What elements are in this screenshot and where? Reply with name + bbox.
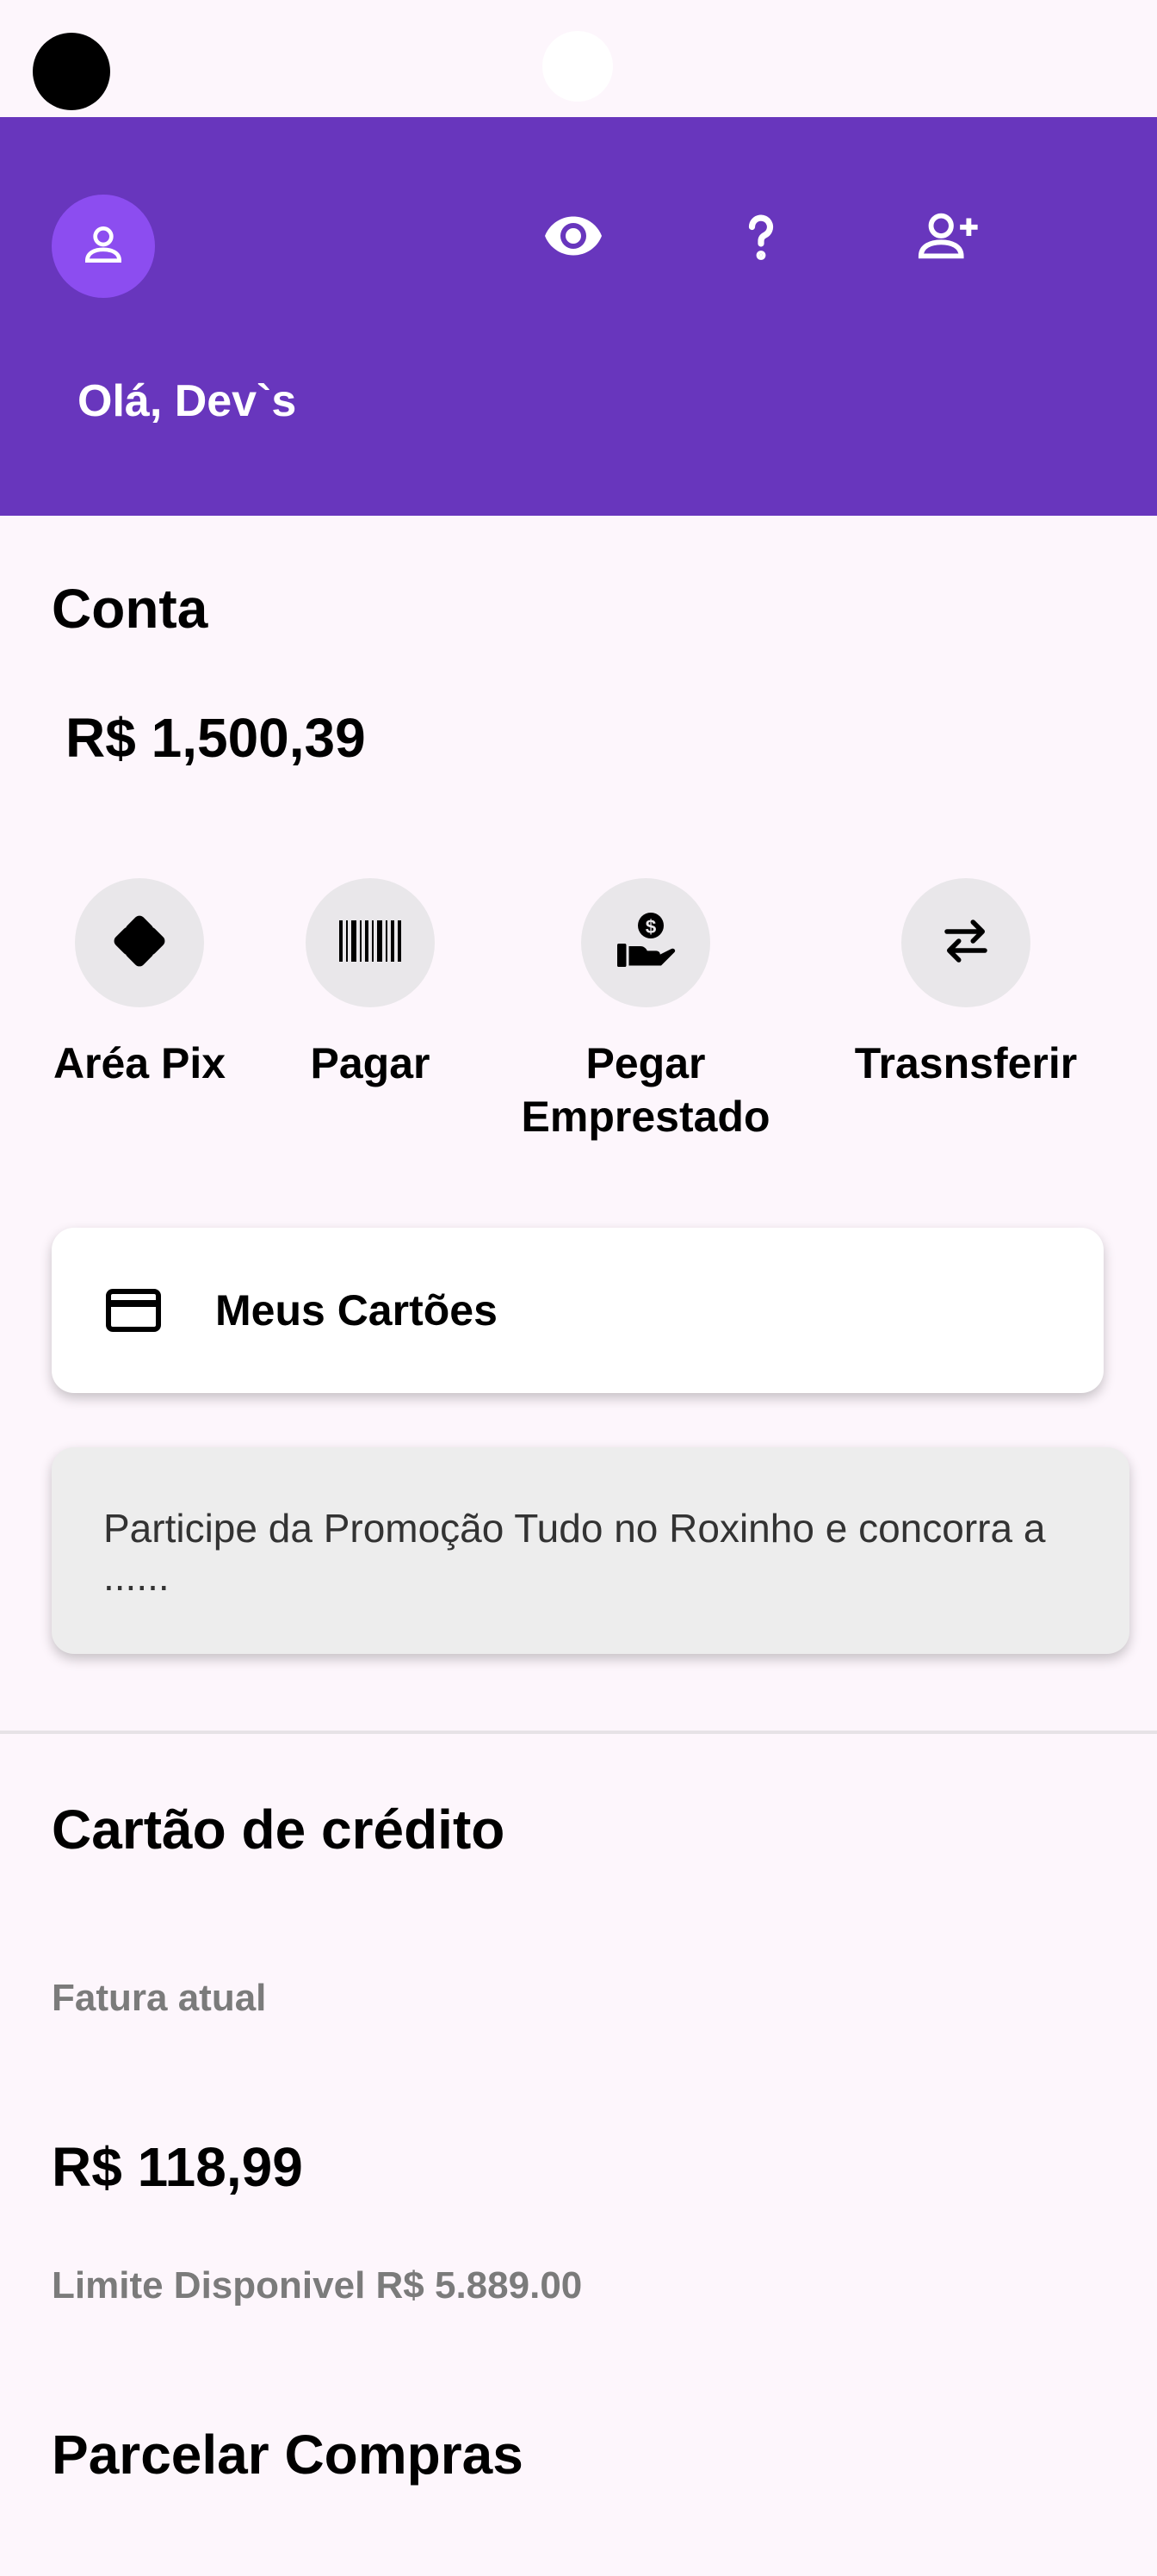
sensor-dot [542, 31, 613, 102]
my-cards-button[interactable]: Meus Cartões [52, 1228, 1104, 1393]
app-screen: Olá, Dev`s Conta R$ 1,500,39 Aréa Pix Pa… [0, 0, 1157, 2576]
divider [0, 1731, 1157, 1734]
invite-friend-button[interactable] [914, 203, 983, 272]
action-label: Pagar [310, 1039, 430, 1087]
invoice-amount: R$ 118,99 [52, 2136, 303, 2198]
action-transfer[interactable]: Trasnsferir [845, 878, 1086, 1090]
add-person-icon [916, 203, 981, 273]
action-pay[interactable]: Pagar [284, 878, 456, 1090]
account-title: Conta [52, 578, 208, 640]
installments-title[interactable]: Parcelar Compras [52, 2423, 523, 2486]
loan-icon: $ [615, 910, 677, 976]
toggle-visibility-button[interactable] [539, 203, 608, 272]
camera-cutout [33, 33, 110, 110]
action-pix[interactable]: Aréa Pix [38, 878, 241, 1090]
available-limit: Limite Disponivel R$ 5.889.00 [52, 2264, 583, 2307]
greeting-text: Olá, Dev`s [77, 376, 297, 426]
credit-card-title: Cartão de crédito [52, 1799, 505, 1861]
action-label: Trasnsferir [854, 1039, 1078, 1087]
action-loan[interactable]: $ Pegar Emprestado [508, 878, 783, 1143]
promo-card[interactable]: Participe da Promoção Tudo no Roxinho e … [52, 1447, 1129, 1654]
loan-button[interactable]: $ [581, 878, 710, 1007]
pix-icon [112, 913, 167, 973]
person-icon [79, 220, 127, 273]
help-button[interactable] [727, 203, 795, 272]
profile-button[interactable] [52, 195, 155, 298]
help-icon [730, 205, 792, 271]
my-cards-label: Meus Cartões [215, 1286, 498, 1334]
pay-button[interactable] [306, 878, 435, 1007]
header: Olá, Dev`s [0, 117, 1157, 516]
status-bar [0, 0, 1157, 117]
promo-text: Participe da Promoção Tudo no Roxinho e … [103, 1506, 1046, 1599]
action-label: Aréa Pix [53, 1039, 226, 1087]
svg-text:$: $ [646, 916, 657, 938]
barcode-icon [337, 917, 403, 969]
account-balance: R$ 1,500,39 [65, 707, 366, 769]
action-label: Pegar Emprestado [521, 1039, 770, 1141]
transfer-button[interactable] [901, 878, 1030, 1007]
eye-icon [542, 205, 604, 271]
pix-button[interactable] [75, 878, 204, 1007]
transfer-icon [937, 913, 994, 974]
credit-card-icon [105, 1288, 162, 1333]
invoice-label: Fatura atual [52, 1977, 267, 2019]
